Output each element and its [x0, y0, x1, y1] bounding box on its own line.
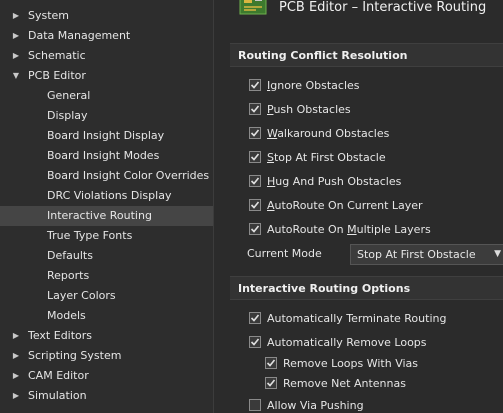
page-header: PCB Editor – Interactive Routing	[214, 0, 503, 38]
option-label: Walkaround Obstacles	[267, 127, 390, 140]
option-label: Push Obstacles	[267, 103, 351, 116]
option-label: Automatically Remove Loops	[267, 336, 427, 349]
option-label: AutoRoute On Multiple Layers	[267, 223, 431, 236]
tree-item[interactable]: Board Insight Color Overrides	[0, 166, 213, 186]
checkbox[interactable]	[249, 103, 261, 115]
tree-item[interactable]: ▶ Text Editors	[0, 326, 213, 346]
tree-item-label: System	[28, 9, 70, 22]
tree-item[interactable]: Board Insight Modes	[0, 146, 213, 166]
checkbox[interactable]	[249, 312, 261, 324]
tree-item[interactable]: Display	[0, 106, 213, 126]
tree-item-label: Board Insight Modes	[47, 149, 160, 162]
tree-item-label: Display	[47, 109, 88, 122]
tree-item-label: Data Management	[28, 29, 131, 42]
tree-item[interactable]: Interactive Routing	[0, 206, 213, 226]
option-label: Ignore Obstacles	[267, 79, 360, 92]
tree-item[interactable]: ▶ CAM Editor	[0, 366, 213, 386]
tree-item-label: Layer Colors	[47, 289, 116, 302]
expand-right-arrow-icon[interactable]: ▶	[11, 46, 21, 66]
checkbox[interactable]	[265, 377, 277, 389]
checkbox[interactable]	[249, 399, 261, 411]
tree-item[interactable]: Reports	[0, 266, 213, 286]
option-label: Allow Via Pushing	[267, 399, 364, 412]
tree-item-label: Interactive Routing	[47, 209, 152, 222]
tree-item[interactable]: ▶ System	[0, 6, 213, 26]
tree-item[interactable]: DRC Violations Display	[0, 186, 213, 206]
tree-item-label: Scripting System	[28, 349, 122, 362]
checkbox[interactable]	[265, 357, 277, 369]
tree-item[interactable]: ▶ Scripting System	[0, 346, 213, 366]
checkbox[interactable]	[249, 79, 261, 91]
tree-item-label: Board Insight Display	[47, 129, 165, 142]
section-routing-conflict: Routing Conflict Resolution	[230, 43, 503, 67]
option-label: Remove Loops With Vias	[283, 357, 419, 370]
expand-right-arrow-icon[interactable]: ▶	[11, 346, 21, 366]
tree-item-label: Text Editors	[28, 329, 93, 342]
expand-right-arrow-icon[interactable]: ▶	[11, 326, 21, 346]
expand-right-arrow-icon[interactable]: ▶	[11, 366, 21, 386]
tree-item-label: Schematic	[28, 49, 86, 62]
tree-item[interactable]: Defaults	[0, 246, 213, 266]
option-label: Stop At First Obstacle	[267, 151, 386, 164]
tree-item[interactable]: ▶ Data Management	[0, 26, 213, 46]
option-label: Hug And Push Obstacles	[267, 175, 402, 188]
tree-item-label: General	[47, 89, 91, 102]
option-label: Remove Net Antennas	[283, 377, 406, 390]
option-label: AutoRoute On Current Layer	[267, 199, 423, 212]
section-interactive-options: Interactive Routing Options	[230, 276, 503, 300]
preferences-tree: ▶ System ▶ Data Management ▶ Schematic ▼ PCB Ed…	[0, 0, 214, 413]
checkbox[interactable]	[249, 175, 261, 187]
tree-item-label: DRC Violations Display	[47, 189, 172, 202]
checkbox[interactable]	[249, 336, 261, 348]
expand-right-arrow-icon[interactable]: ▶	[11, 386, 21, 406]
checkbox[interactable]	[249, 199, 261, 211]
option-label: Automatically Terminate Routing	[267, 312, 447, 325]
chevron-down-icon: ▼	[494, 249, 501, 259]
tree-item-label: PCB Editor	[28, 69, 86, 82]
checkbox[interactable]	[249, 151, 261, 163]
expand-down-arrow-icon[interactable]: ▼	[11, 66, 21, 86]
tree-item[interactable]: ▼ PCB Editor	[0, 66, 213, 86]
expand-right-arrow-icon[interactable]: ▶	[11, 6, 21, 26]
current-mode-label: Current Mode	[247, 247, 322, 260]
tree-item-label: True Type Fonts	[47, 229, 133, 242]
current-mode-dropdown[interactable]: Stop At First Obstacle ▼	[350, 244, 503, 265]
tree-item[interactable]: True Type Fonts	[0, 226, 213, 246]
expand-right-arrow-icon[interactable]: ▶	[11, 26, 21, 46]
pcb-editor-icon	[239, 0, 267, 15]
tree-item-label: Models	[47, 309, 86, 322]
tree-item[interactable]: General	[0, 86, 213, 106]
tree-item[interactable]: Layer Colors	[0, 286, 213, 306]
tree-item[interactable]: ▶ Schematic	[0, 46, 213, 66]
tree-item[interactable]: Models	[0, 306, 213, 326]
tree-item-label: Board Insight Color Overrides	[47, 169, 210, 182]
checkbox[interactable]	[249, 127, 261, 139]
tree-item-label: Reports	[47, 269, 90, 282]
checkbox[interactable]	[249, 223, 261, 235]
page-title: PCB Editor – Interactive Routing	[279, 0, 487, 15]
tree-item-label: CAM Editor	[28, 369, 89, 382]
tree-item-label: Simulation	[28, 389, 87, 402]
settings-panel: PCB Editor – Interactive Routing Routing…	[214, 0, 503, 413]
tree-item[interactable]: ▶ Simulation	[0, 386, 213, 406]
current-mode-value: Stop At First Obstacle	[357, 248, 476, 261]
tree-item-label: Defaults	[47, 249, 93, 262]
tree-item[interactable]: Board Insight Display	[0, 126, 213, 146]
